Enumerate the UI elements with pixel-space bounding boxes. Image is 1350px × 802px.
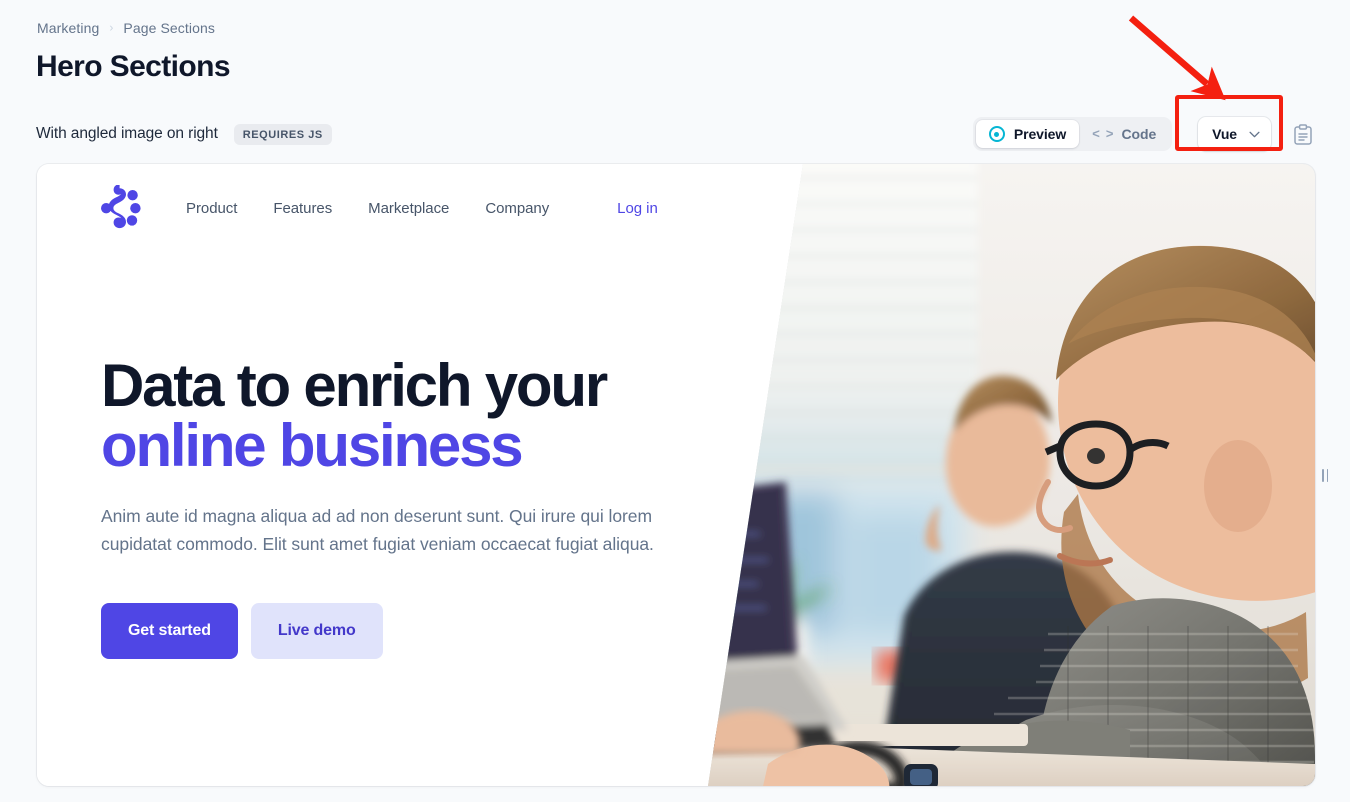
chevron-right-icon: ›	[109, 20, 114, 35]
hero-image-photo	[708, 164, 1315, 786]
hero-content: Product Features Marketplace Company Log…	[37, 164, 757, 786]
hero-subtitle: Anim aute id magna aliqua ad ad non dese…	[101, 506, 654, 554]
eye-icon	[988, 126, 1005, 142]
resize-grip-icon	[1322, 468, 1328, 482]
status-badge: REQUIRES JS	[233, 123, 332, 145]
hero-section: Product Features Marketplace Company Log…	[37, 164, 1315, 786]
chevron-down-icon	[1249, 131, 1260, 137]
hero-copy: Data to enrich your online business Anim…	[69, 252, 689, 659]
hero-cta-group: Get started Live demo	[101, 603, 689, 659]
hero-nav-product[interactable]: Product	[186, 200, 237, 217]
breadcrumb-item-marketing[interactable]: Marketing	[37, 19, 99, 37]
hero-nav-marketplace[interactable]: Marketplace	[368, 200, 449, 217]
code-tab[interactable]: < > Code	[1079, 120, 1169, 148]
get-started-button[interactable]: Get started	[101, 603, 238, 659]
app-root: Marketing › Page Sections Hero Sections …	[0, 0, 1350, 802]
hero-heading-line-1: Data to enrich your	[101, 352, 608, 419]
brand-logo-icon	[101, 185, 141, 229]
framework-select[interactable]: Vue	[1198, 117, 1271, 151]
hero-nav-links: Product Features Marketplace Company Log…	[186, 200, 658, 217]
hero-image	[708, 164, 1315, 786]
section-title: With angled image on right	[36, 125, 218, 142]
framework-select-value: Vue	[1212, 126, 1237, 142]
office-photo-illustration	[708, 164, 1315, 786]
hero-navbar: Product Features Marketplace Company Log…	[69, 164, 757, 252]
hero-nav-features[interactable]: Features	[273, 200, 332, 217]
framework-select-wrap: Vue	[1175, 95, 1284, 151]
preview-tab[interactable]: Preview	[975, 120, 1080, 148]
section-actions: Preview < > Code Vue	[972, 95, 1314, 151]
breadcrumb-item-page-sections[interactable]: Page Sections	[123, 19, 215, 37]
clipboard-icon	[1294, 123, 1312, 145]
hero-heading: Data to enrich your online business	[101, 356, 689, 476]
breadcrumb: Marketing › Page Sections	[37, 19, 215, 37]
preview-code-toggle: Preview < > Code	[972, 117, 1173, 151]
page-title: Hero Sections	[36, 50, 231, 83]
code-tab-label: Code	[1121, 126, 1157, 142]
section-header: With angled image on right REQUIRES JS P…	[0, 95, 1350, 156]
live-demo-button[interactable]: Live demo	[250, 603, 383, 659]
hero-heading-line-2: online business	[101, 412, 524, 479]
hero-nav-login[interactable]: Log in	[617, 200, 658, 217]
hero-nav-company[interactable]: Company	[485, 200, 549, 217]
component-preview-card: Product Features Marketplace Company Log…	[37, 164, 1315, 786]
code-brackets-icon: < >	[1092, 126, 1113, 142]
copy-code-button[interactable]	[1292, 121, 1314, 147]
preview-resize-handle[interactable]	[1318, 164, 1332, 786]
preview-tab-label: Preview	[1013, 126, 1067, 142]
annotation-arrow	[1128, 15, 1226, 101]
